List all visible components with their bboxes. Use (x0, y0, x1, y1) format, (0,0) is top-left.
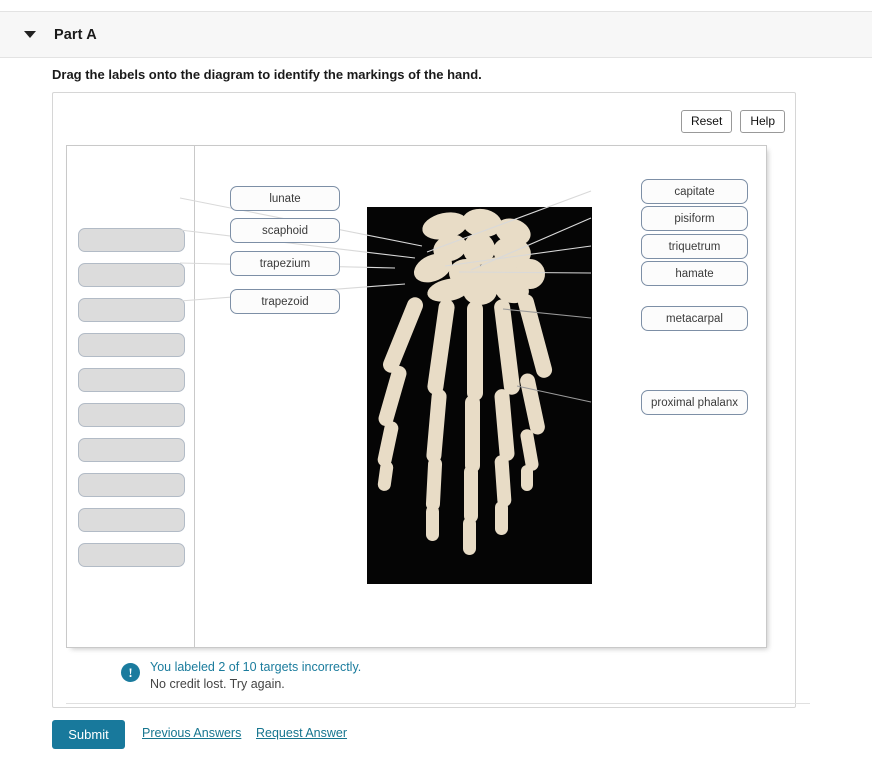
submit-button[interactable]: Submit (52, 720, 125, 749)
hand-skeleton-image (367, 207, 592, 584)
diagram-label[interactable]: trapezoid (230, 289, 340, 314)
question-panel: Reset Help (52, 92, 796, 708)
label-slot[interactable] (78, 543, 185, 567)
reset-button[interactable]: Reset (681, 110, 732, 133)
feedback-primary-text: You labeled 2 of 10 targets incorrectly. (150, 660, 361, 674)
label-slot[interactable] (78, 473, 185, 497)
diagram-toolbar: Reset Help (681, 110, 785, 133)
page-title: Part A (54, 27, 97, 43)
label-slot[interactable] (78, 368, 185, 392)
diagram-label[interactable]: scaphoid (230, 218, 340, 243)
label-slot[interactable] (78, 228, 185, 252)
bank-divider (194, 146, 195, 648)
label-slot[interactable] (78, 298, 185, 322)
drag-drop-diagram[interactable]: lunate scaphoid trapezium trapezoid capitate… (66, 145, 767, 648)
label-slot[interactable] (78, 263, 185, 287)
request-answer-link[interactable]: Request Answer (256, 726, 347, 740)
diagram-label[interactable]: lunate (230, 186, 340, 211)
part-header: Part A (0, 11, 872, 58)
label-slot[interactable] (78, 508, 185, 532)
label-slot[interactable] (78, 438, 185, 462)
diagram-label[interactable]: capitate (641, 179, 748, 204)
diagram-label[interactable]: metacarpal (641, 306, 748, 331)
label-slot[interactable] (78, 403, 185, 427)
caret-down-icon[interactable] (24, 31, 36, 38)
help-button[interactable]: Help (740, 110, 785, 133)
diagram-label[interactable]: trapezium (230, 251, 340, 276)
label-slot[interactable] (78, 333, 185, 357)
diagram-label[interactable]: triquetrum (641, 234, 748, 259)
feedback-divider (66, 703, 810, 704)
feedback-secondary-text: No credit lost. Try again. (150, 677, 285, 691)
question-prompt: Drag the labels onto the diagram to iden… (52, 67, 482, 82)
diagram-label[interactable]: proximal phalanx (641, 390, 748, 415)
diagram-label[interactable]: hamate (641, 261, 748, 286)
exclamation-circle-icon: ! (121, 663, 140, 682)
previous-answers-link[interactable]: Previous Answers (142, 726, 241, 740)
diagram-label[interactable]: pisiform (641, 206, 748, 231)
